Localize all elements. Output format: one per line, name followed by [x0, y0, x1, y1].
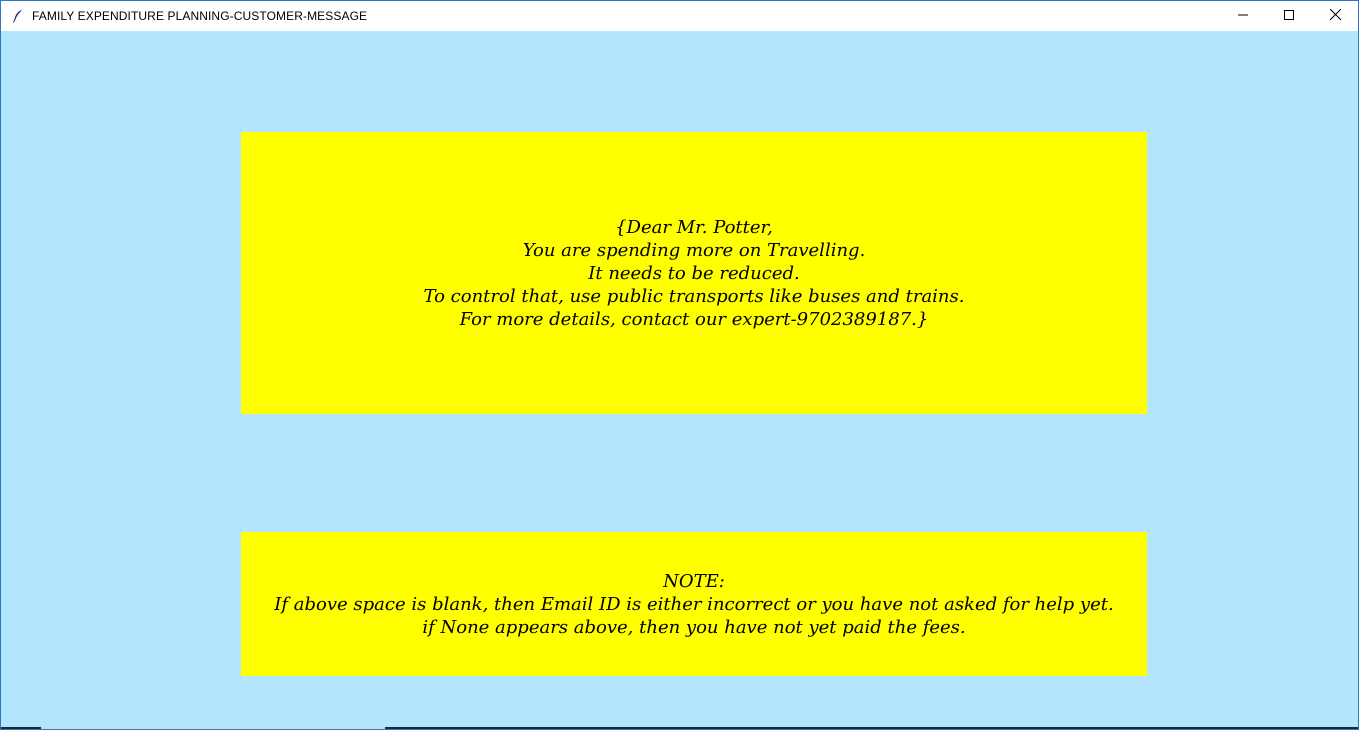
feather-icon	[10, 8, 26, 24]
window-client-area: {Dear Mr. Potter, You are spending more …	[1, 31, 1358, 729]
close-icon	[1329, 7, 1341, 25]
customer-message-text: {Dear Mr. Potter, You are spending more …	[423, 216, 965, 330]
note-text: NOTE: If above space is blank, then Emai…	[274, 570, 1114, 638]
maximize-button[interactable]	[1266, 1, 1312, 31]
window-title: FAMILY EXPENDITURE PLANNING-CUSTOMER-MES…	[32, 9, 368, 23]
taskbar-edge	[1, 727, 1358, 729]
maximize-icon	[1284, 7, 1294, 25]
close-button[interactable]	[1312, 1, 1358, 31]
app-window: FAMILY EXPENDITURE PLANNING-CUSTOMER-MES…	[0, 0, 1359, 730]
title-bar[interactable]: FAMILY EXPENDITURE PLANNING-CUSTOMER-MES…	[1, 1, 1358, 31]
customer-message-panel: {Dear Mr. Potter, You are spending more …	[241, 132, 1147, 414]
minimize-button[interactable]	[1220, 1, 1266, 31]
taskbar-edge-highlight	[41, 727, 385, 729]
note-panel: NOTE: If above space is blank, then Emai…	[241, 532, 1147, 676]
minimize-icon	[1238, 7, 1248, 25]
window-controls	[1220, 1, 1358, 31]
